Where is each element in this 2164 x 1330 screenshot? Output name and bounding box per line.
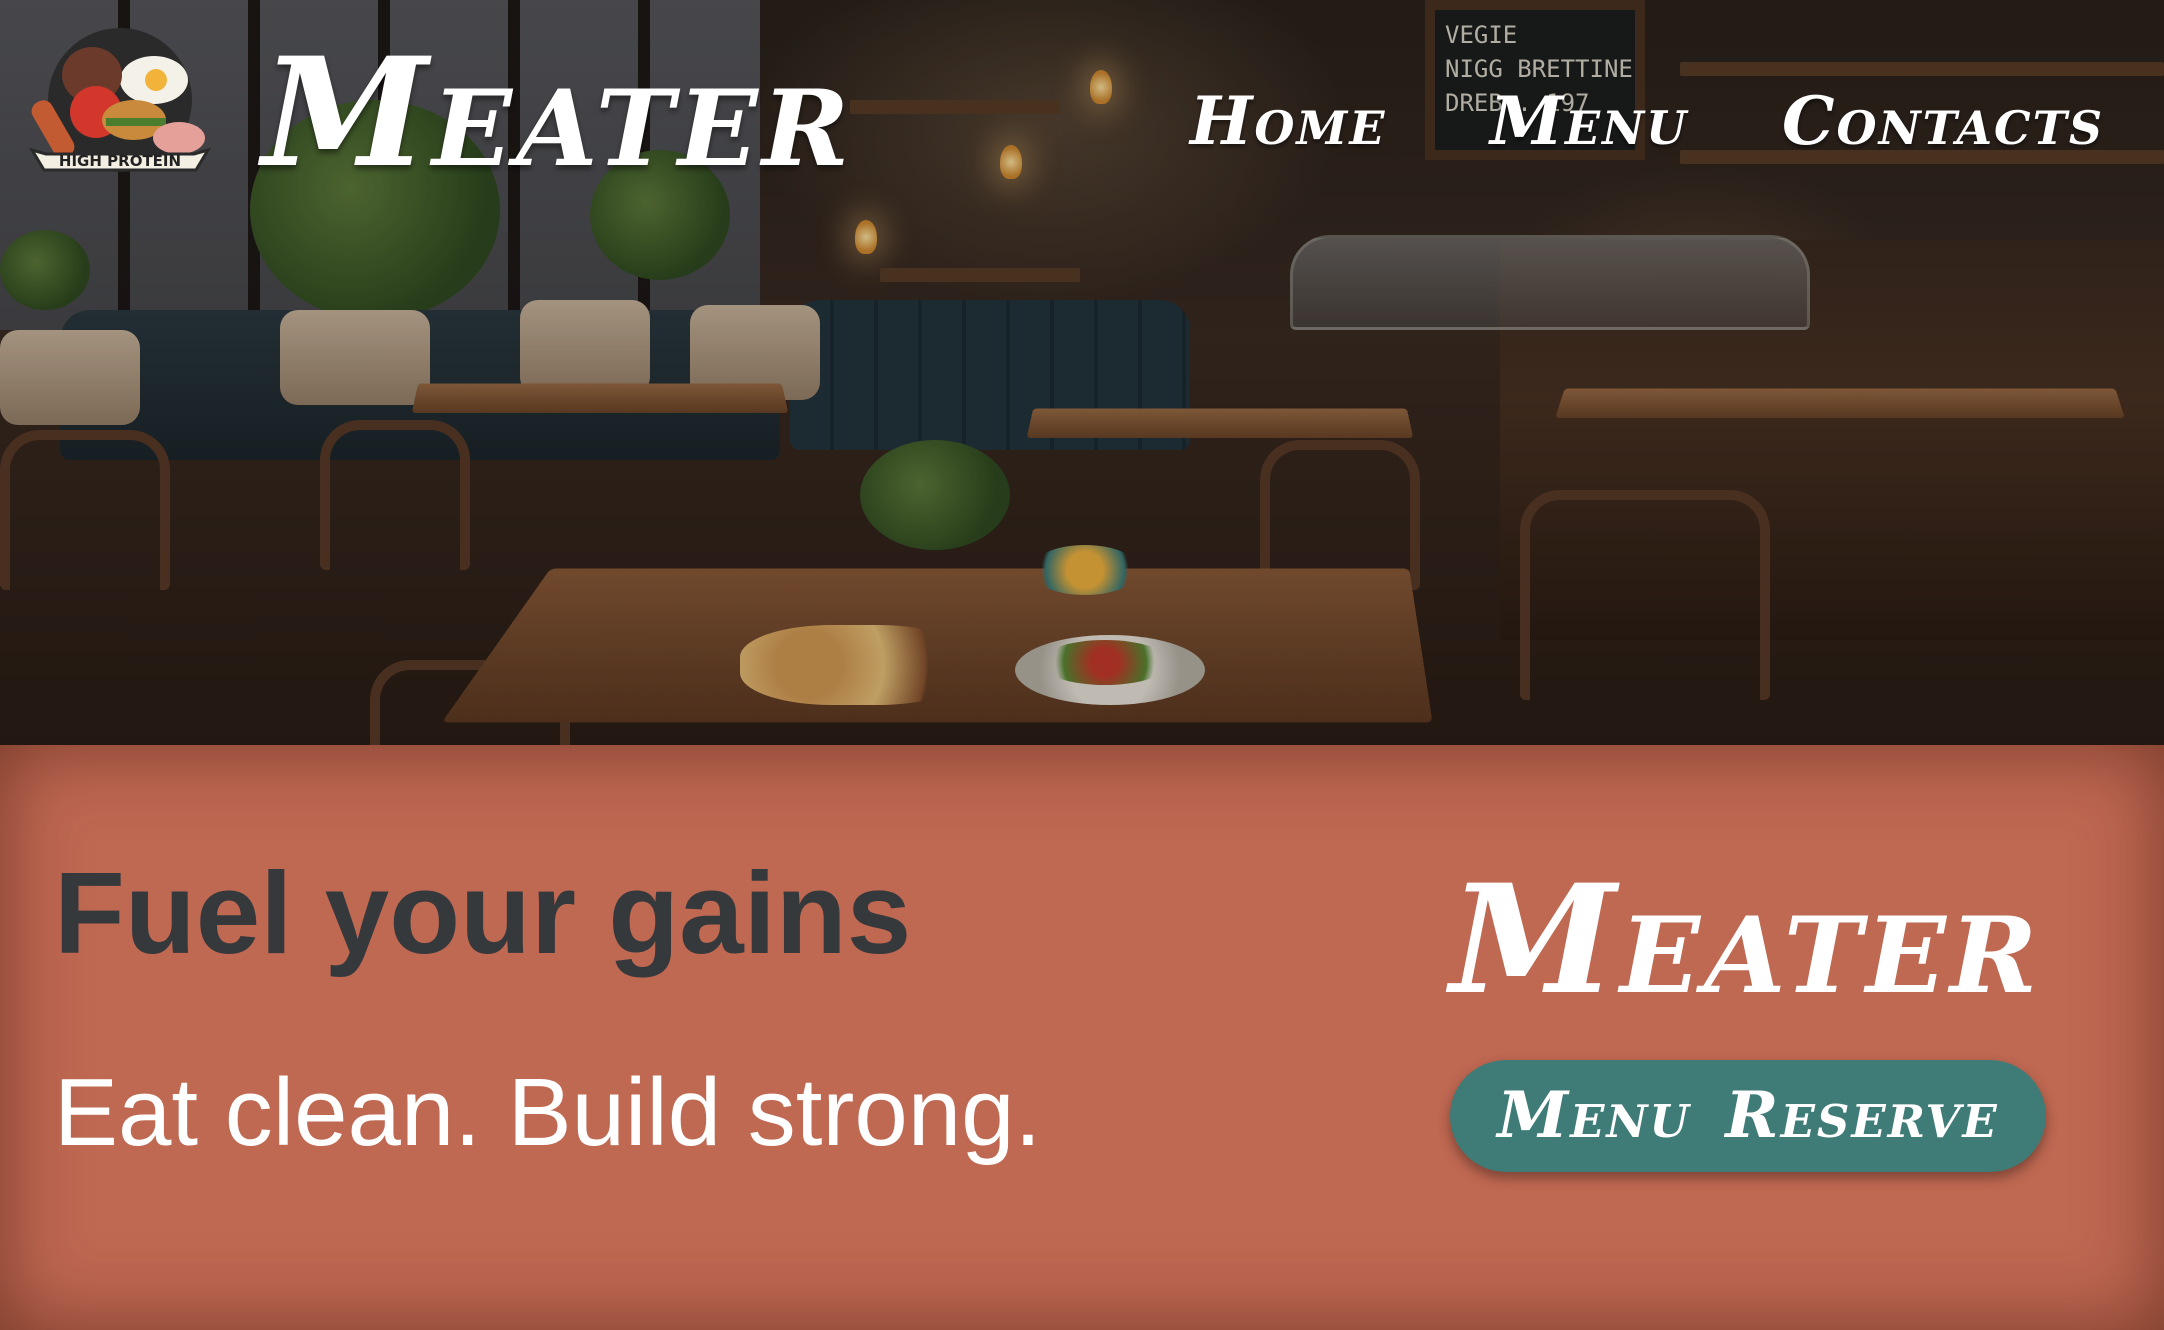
nav-menu[interactable]: Menu (1490, 88, 1688, 154)
tagline: Eat clean. Build strong. (54, 1059, 1042, 1166)
headline: Fuel your gains (54, 848, 912, 978)
promo-banner: Fuel your gains Eat clean. Build strong.… (0, 745, 2164, 1330)
main-nav: Home Menu Contacts (1177, 56, 2102, 188)
cta-pill: Menu Reserve (1450, 1060, 2046, 1172)
nav-home[interactable]: Home (1177, 56, 1397, 188)
reserve-button[interactable]: Reserve (1725, 1084, 1998, 1148)
logo[interactable]: HIGH PROTEIN (14, 20, 226, 192)
nav-menu-label: Menu (1490, 82, 1689, 160)
logo-badge-text: HIGH PROTEIN (58, 152, 182, 170)
nav-contacts-label: Contacts (1782, 82, 2105, 160)
brand-title[interactable]: Meater (262, 38, 853, 188)
banner-brand: Meater (1450, 852, 2042, 1028)
nav-contacts[interactable]: Contacts (1782, 88, 2104, 154)
menu-button[interactable]: Menu (1497, 1084, 1691, 1148)
nav-home-label: Home (1190, 82, 1387, 160)
